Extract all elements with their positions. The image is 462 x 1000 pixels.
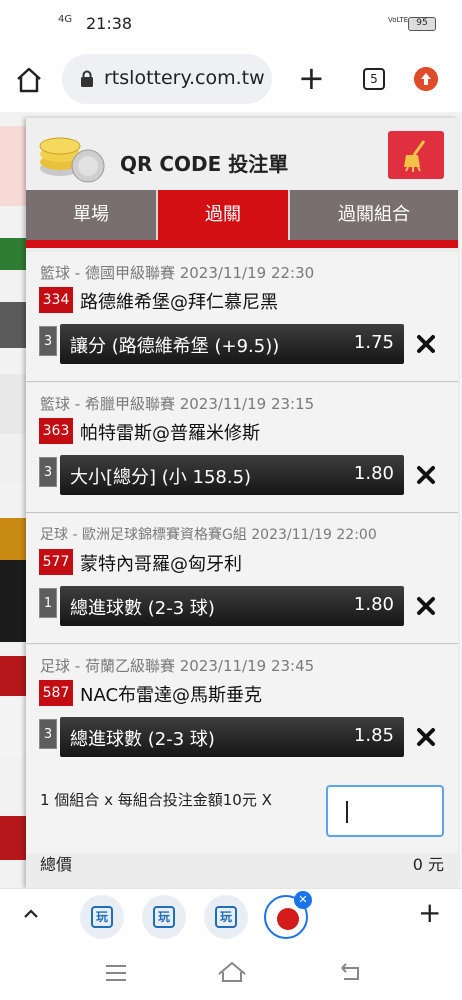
clear-betslip-button[interactable] [388, 131, 444, 179]
bet-item: 足球 - 荷蘭乙級聯賽 2023/11/19 23:45 587 NAC布雷達@… [26, 645, 458, 775]
bet-option: 讓分 (路德維希堡 (+9.5)) [70, 336, 280, 357]
bet-item: 籃球 - 希臘甲級聯賽 2023/11/19 23:15 363 帕特雷斯@普羅… [26, 383, 458, 513]
bet-match: 蒙特內哥羅@匈牙利 [80, 554, 242, 575]
amount-input[interactable] [326, 785, 444, 837]
system-nav-bar [0, 946, 462, 1000]
bg-logo-fragment [0, 126, 26, 206]
bet-selection[interactable]: 總進球數 (2-3 球) 1.85 [60, 717, 404, 757]
bet-odds: 1.75 [353, 332, 394, 353]
bet-option-number: 3 [39, 326, 57, 356]
bet-match: 路德維希堡@拜仁慕尼黑 [80, 292, 278, 313]
input-caret [346, 801, 348, 823]
bet-code-badge: 587 [39, 680, 73, 706]
volte-indicator: VoLTE [388, 16, 409, 24]
bet-selection[interactable]: 總進球數 (2-3 球) 1.80 [60, 586, 404, 626]
tabs-icon[interactable]: 5 [363, 68, 385, 90]
bg-text-block-3 [0, 696, 26, 756]
bet-league: 足球 - 荷蘭乙級聯賽 2023/11/19 23:45 [40, 657, 315, 675]
url-text: rtslottery.com.tw [104, 67, 265, 89]
total-label: 總價 [40, 855, 73, 874]
bet-option: 大小[總分] (小 158.5) [70, 467, 252, 488]
remove-icon[interactable] [416, 596, 436, 616]
bet-option-number: 1 [39, 588, 57, 618]
bg-text-block-2 [0, 434, 26, 484]
site-favicon-icon: 玩 [91, 906, 113, 928]
tab-single[interactable]: 單場 [26, 190, 156, 240]
tab-thumbnail[interactable]: 玩 [142, 895, 186, 939]
chevron-up-icon[interactable] [22, 905, 40, 923]
new-tab-button[interactable]: + [298, 62, 325, 94]
tab-parlay[interactable]: 過關 [158, 190, 288, 240]
bet-match: 帕特雷斯@普羅米修斯 [80, 423, 260, 444]
bg-orange-bar [0, 518, 26, 560]
total-value: 0 元 [412, 855, 444, 874]
bet-option: 總進球數 (2-3 球) [70, 729, 215, 750]
browser-toolbar: rtslottery.com.tw + 5 [0, 48, 462, 112]
panel-title: QR CODE 投注單 [120, 152, 289, 176]
bet-code-badge: 334 [39, 287, 73, 313]
qr-betslip-panel: QR CODE 投注單 單場 過關 過關組合 籃球 - 德國甲級聯賽 2023/… [26, 118, 458, 888]
tab-parlay-combo[interactable]: 過關組合 [290, 190, 458, 240]
site-favicon-icon [277, 908, 299, 930]
bet-selection[interactable]: 大小[總分] (小 158.5) 1.80 [60, 455, 404, 495]
remove-icon[interactable] [416, 465, 436, 485]
bet-odds: 1.80 [353, 463, 394, 484]
combo-amount-row: 1 個組合 x 每組合投注金額10元 X [26, 773, 458, 853]
panel-header: QR CODE 投注單 [26, 118, 458, 190]
bg-red-block-2 [0, 816, 26, 860]
bg-text-block [0, 374, 26, 434]
remove-icon[interactable] [416, 334, 436, 354]
tab-thumbnail[interactable]: 玩 [204, 895, 248, 939]
update-icon[interactable] [414, 67, 438, 91]
site-favicon-icon: 玩 [153, 906, 175, 928]
remove-icon[interactable] [416, 727, 436, 747]
battery-icon: 95 [408, 17, 436, 31]
tab-underline [26, 240, 458, 248]
tab-thumbnail[interactable]: 玩 [80, 895, 124, 939]
bet-league: 籃球 - 德國甲級聯賽 2023/11/19 22:30 [40, 264, 315, 282]
site-favicon-icon: 玩 [215, 906, 237, 928]
status-time: 21:38 [86, 14, 133, 33]
address-bar[interactable]: rtslottery.com.tw [62, 54, 272, 104]
bet-option: 總進球數 (2-3 球) [70, 598, 215, 619]
tab-strip: 玩 玩 玩 ✕ + [0, 888, 462, 946]
home-icon[interactable] [14, 65, 44, 95]
bg-green-tab [0, 238, 26, 270]
status-bar: 4G 21:38 VoLTE 95 [0, 0, 462, 48]
new-tab-plus-button[interactable]: + [418, 899, 441, 927]
back-icon[interactable] [338, 962, 364, 982]
combo-description: 1 個組合 x 每組合投注金額10元 X [40, 791, 272, 809]
bet-league: 籃球 - 希臘甲級聯賽 2023/11/19 23:15 [40, 395, 315, 413]
bg-red-block [0, 656, 26, 696]
bet-option-number: 3 [39, 719, 57, 749]
bet-odds: 1.80 [353, 594, 394, 615]
network-indicator: 4G [58, 14, 73, 25]
bg-black-block [0, 560, 26, 642]
bet-selection[interactable]: 讓分 (路德維希堡 (+9.5)) 1.75 [60, 324, 404, 364]
close-tab-icon[interactable]: ✕ [294, 891, 312, 909]
bet-item: 足球 - 歐洲足球錦標賽資格賽G組 2023/11/19 22:00 577 蒙… [26, 514, 458, 644]
bet-option-number: 3 [39, 457, 57, 487]
home-nav-icon[interactable] [216, 960, 248, 984]
bet-code-badge: 363 [39, 418, 73, 444]
bet-league: 足球 - 歐洲足球錦標賽資格賽G組 2023/11/19 22:00 [40, 527, 377, 543]
recents-icon[interactable] [104, 964, 128, 982]
bet-match: NAC布雷達@馬斯垂克 [80, 685, 263, 706]
bet-item: 籃球 - 德國甲級聯賽 2023/11/19 22:30 334 路德維希堡@拜… [26, 252, 458, 382]
broom-icon [404, 140, 426, 172]
bet-type-tabs: 單場 過關 過關組合 [26, 190, 458, 248]
lock-icon [81, 70, 93, 87]
bg-dark-block [0, 302, 26, 348]
coins-icon [39, 137, 105, 183]
bet-odds: 1.85 [353, 725, 394, 746]
bet-code-badge: 577 [39, 549, 73, 575]
